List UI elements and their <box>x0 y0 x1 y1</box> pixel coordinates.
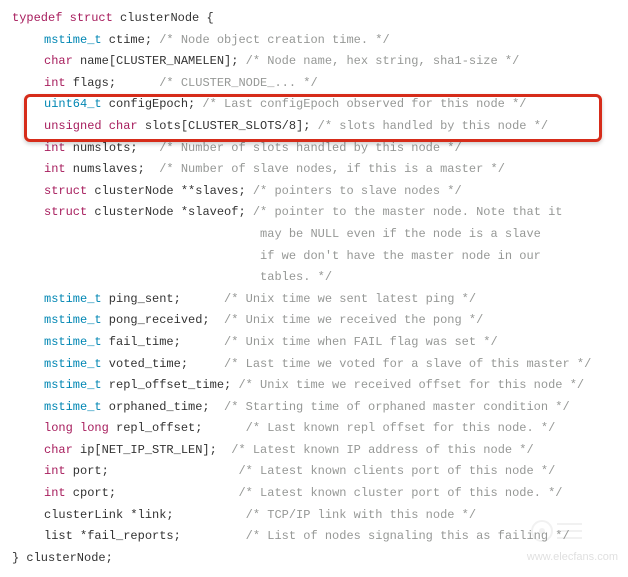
code-line: mstime_t fail_time; /* Unix time when FA… <box>12 332 616 354</box>
code-line: int cport; /* Latest known cluster port … <box>12 483 616 505</box>
comment-continuation: tables. */ <box>12 267 616 289</box>
comment-continuation: may be NULL even if the node is a slave <box>12 224 616 246</box>
code-line: struct clusterNode **slaves; /* pointers… <box>12 181 616 203</box>
code-line: clusterLink *link; /* TCP/IP link with t… <box>12 505 616 527</box>
code-line: mstime_t voted_time; /* Last time we vot… <box>12 354 616 376</box>
code-line: int flags; /* CLUSTER_NODE_... */ <box>12 73 616 95</box>
struct-open: typedef struct clusterNode { <box>12 8 616 30</box>
code-line: mstime_t ctime; /* Node object creation … <box>12 30 616 52</box>
keyword-struct: struct <box>70 11 113 25</box>
code-line: uint64_t configEpoch; /* Last configEpoc… <box>12 94 616 116</box>
code-line: unsigned char slots[CLUSTER_SLOTS/8]; /*… <box>12 116 616 138</box>
code-line: mstime_t pong_received; /* Unix time we … <box>12 310 616 332</box>
code-line: char ip[NET_IP_STR_LEN]; /* Latest known… <box>12 440 616 462</box>
struct-close: } clusterNode; <box>12 548 616 570</box>
struct-name: clusterNode { <box>120 11 214 25</box>
code-line: mstime_t ping_sent; /* Unix time we sent… <box>12 289 616 311</box>
code-line: int numslots; /* Number of slots handled… <box>12 138 616 160</box>
keyword-typedef: typedef <box>12 11 62 25</box>
code-line: int port; /* Latest known clients port o… <box>12 461 616 483</box>
code-line: mstime_t orphaned_time; /* Starting time… <box>12 397 616 419</box>
code-line: long long repl_offset; /* Last known rep… <box>12 418 616 440</box>
code-line: struct clusterNode *slaveof; /* pointer … <box>12 202 616 224</box>
code-line: char name[CLUSTER_NAMELEN]; /* Node name… <box>12 51 616 73</box>
code-line: int numslaves; /* Number of slave nodes,… <box>12 159 616 181</box>
comment-continuation: if we don't have the master node in our <box>12 246 616 268</box>
code-line: list *fail_reports; /* List of nodes sig… <box>12 526 616 548</box>
code-line: mstime_t repl_offset_time; /* Unix time … <box>12 375 616 397</box>
